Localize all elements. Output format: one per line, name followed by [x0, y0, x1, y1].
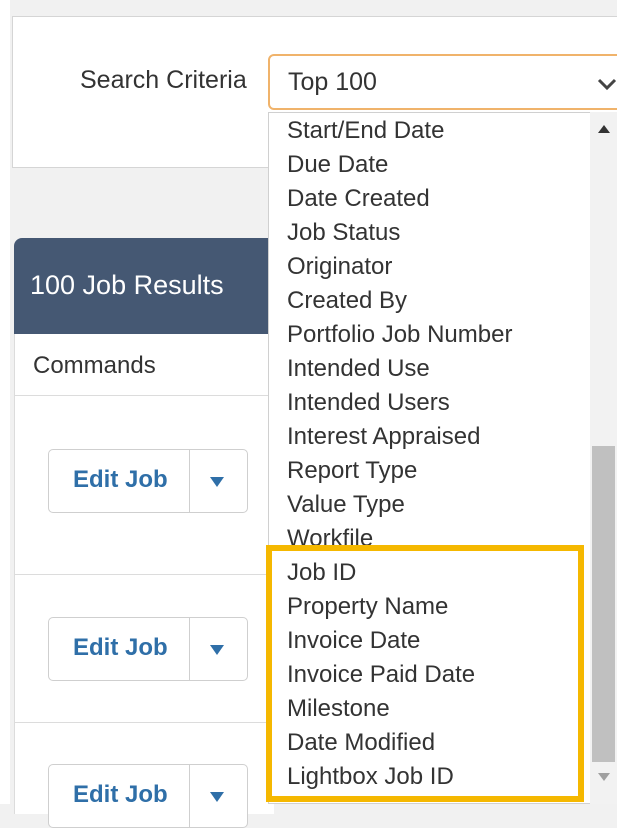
results-table: Commands Edit Job Edit Job Edit Job	[14, 334, 275, 828]
button-divider	[189, 618, 190, 680]
option-job-status[interactable]: Job Status	[287, 219, 400, 253]
caret-down-icon[interactable]	[209, 644, 225, 656]
search-criteria-value: Top 100	[288, 68, 377, 96]
caret-down-icon[interactable]	[209, 791, 225, 803]
search-criteria-label: Search Criteria	[80, 66, 247, 94]
edit-job-button[interactable]: Edit Job	[73, 466, 168, 494]
option-intended-use[interactable]: Intended Use	[287, 355, 430, 389]
edit-job-button-group[interactable]: Edit Job	[48, 764, 248, 828]
option-start-end-date[interactable]: Start/End Date	[287, 117, 444, 151]
edit-job-button-group[interactable]: Edit Job	[48, 449, 248, 513]
scroll-down-icon[interactable]	[597, 772, 611, 782]
option-date-created[interactable]: Date Created	[287, 185, 430, 219]
option-interest-appraised[interactable]: Interest Appraised	[287, 423, 480, 457]
results-title: 100 Job Results	[30, 270, 224, 300]
search-criteria-select[interactable]: Top 100	[268, 54, 617, 110]
commands-column-header: Commands	[15, 334, 275, 396]
option-intended-users[interactable]: Intended Users	[287, 389, 450, 423]
results-header: 100 Job Results	[14, 238, 274, 334]
option-created-by[interactable]: Created By	[287, 287, 407, 321]
row-divider	[15, 722, 275, 723]
edit-job-button-group[interactable]: Edit Job	[48, 617, 248, 681]
option-portfolio-job-number[interactable]: Portfolio Job Number	[287, 321, 512, 355]
button-divider	[189, 450, 190, 512]
edit-job-button[interactable]: Edit Job	[73, 781, 168, 809]
edit-job-button[interactable]: Edit Job	[73, 634, 168, 662]
button-divider	[189, 765, 190, 827]
option-due-date[interactable]: Due Date	[287, 151, 388, 185]
commands-header-label: Commands	[33, 352, 156, 379]
dropdown-scrollbar[interactable]	[590, 112, 617, 804]
option-value-type[interactable]: Value Type	[287, 491, 405, 525]
chevron-down-icon	[597, 78, 617, 91]
option-report-type[interactable]: Report Type	[287, 457, 417, 491]
caret-down-icon[interactable]	[209, 476, 225, 488]
highlight-annotation	[266, 545, 584, 802]
scrollbar-thumb[interactable]	[592, 446, 615, 762]
row-divider	[15, 574, 275, 575]
option-originator[interactable]: Originator	[287, 253, 392, 287]
page-edge	[0, 0, 10, 804]
scroll-up-icon[interactable]	[597, 124, 611, 134]
